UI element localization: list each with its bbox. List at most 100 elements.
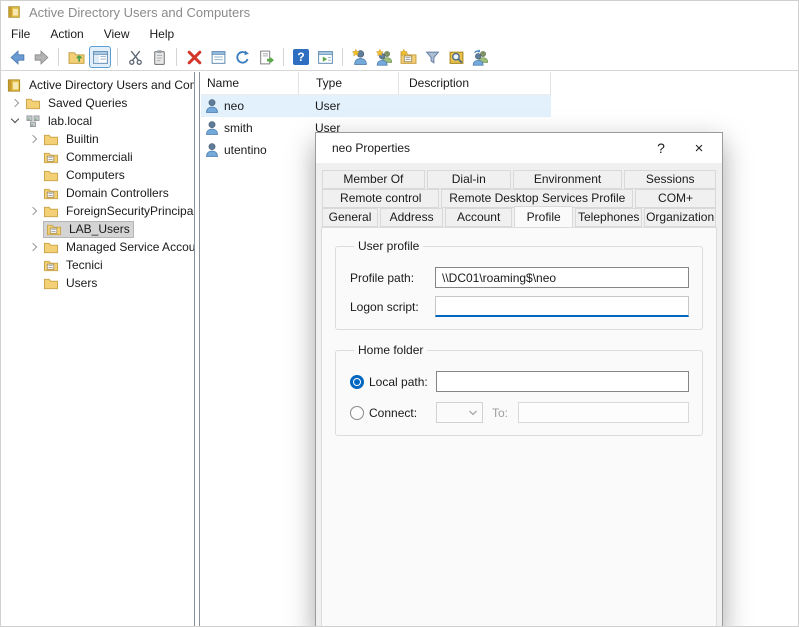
column-header-type[interactable]: Type — [299, 72, 399, 95]
tab-dial-in[interactable]: Dial-in — [427, 170, 511, 189]
new-window-icon[interactable] — [314, 46, 336, 68]
user-icon — [204, 98, 220, 114]
logon-script-input[interactable] — [435, 296, 689, 317]
profile-path-input[interactable] — [435, 267, 689, 288]
tree-item-foreign-security-principals[interactable]: ForeignSecurityPrincipals — [1, 202, 194, 220]
column-header-description[interactable]: Description — [399, 72, 551, 95]
choose-target-icon[interactable] — [469, 46, 491, 68]
user-type: User — [299, 99, 399, 113]
up-one-level-icon[interactable] — [65, 46, 87, 68]
tab-sessions[interactable]: Sessions — [624, 170, 716, 189]
tree-item-saved-queries[interactable]: Saved Queries — [1, 94, 194, 112]
refresh-icon[interactable] — [231, 46, 253, 68]
dialog-help-button[interactable]: ? — [642, 134, 680, 162]
new-group-icon[interactable] — [373, 46, 395, 68]
tree-item-users[interactable]: Users — [1, 274, 194, 292]
properties-icon[interactable] — [207, 46, 229, 68]
filter-icon[interactable] — [421, 46, 443, 68]
connect-path-input[interactable] — [518, 402, 689, 423]
tree-item-root[interactable]: Active Directory Users and Computers — [1, 76, 194, 94]
new-organizational-unit-icon[interactable] — [397, 46, 419, 68]
tab-address[interactable]: Address — [380, 208, 443, 227]
tab-account[interactable]: Account — [445, 208, 512, 227]
toolbar: ? — [1, 44, 798, 71]
properties-dialog: neo Properties ? × Member Of Dial-in Env… — [315, 132, 723, 627]
folder-icon — [43, 204, 59, 219]
to-label: To: — [492, 406, 512, 420]
user-name: utentino — [224, 143, 267, 157]
tab-row-1: Member Of Dial-in Environment Sessions — [316, 170, 722, 189]
tab-organization[interactable]: Organization — [644, 208, 716, 227]
chevron-right-icon[interactable] — [25, 239, 43, 255]
column-header-name[interactable]: Name — [201, 72, 299, 95]
chevron-spacer — [25, 185, 43, 201]
toolbar-separator — [342, 48, 343, 66]
tab-environment[interactable]: Environment — [513, 170, 623, 189]
chevron-right-icon[interactable] — [7, 95, 25, 111]
cut-icon[interactable] — [124, 46, 146, 68]
toolbar-separator — [58, 48, 59, 66]
profile-path-label: Profile path: — [350, 271, 435, 285]
dialog-title-bar[interactable]: neo Properties ? × — [316, 133, 722, 163]
menu-view[interactable]: View — [94, 25, 140, 43]
tab-remote-control[interactable]: Remote control — [322, 189, 439, 208]
find-icon[interactable] — [445, 46, 467, 68]
list-row-neo[interactable]: neo User — [201, 95, 551, 117]
chevron-right-icon[interactable] — [25, 203, 43, 219]
local-path-radio[interactable] — [350, 375, 364, 389]
ou-folder-icon — [43, 258, 59, 273]
tree-item-lab-local[interactable]: lab.local — [1, 112, 194, 130]
chevron-spacer — [25, 257, 43, 273]
ou-folder-icon — [43, 186, 59, 201]
connect-label: Connect: — [369, 406, 436, 420]
tree-item-lab-users[interactable]: LAB_Users — [1, 220, 194, 238]
pane-splitter[interactable] — [194, 72, 200, 626]
menu-file[interactable]: File — [1, 25, 40, 43]
show-console-tree-icon[interactable] — [89, 46, 111, 68]
local-path-input[interactable] — [436, 371, 689, 392]
tree-item-tecnici[interactable]: Tecnici — [1, 256, 194, 274]
connect-radio[interactable] — [350, 406, 364, 420]
chevron-spacer — [25, 221, 43, 237]
tree-item-managed-service-accounts[interactable]: Managed Service Accounts — [1, 238, 194, 256]
menu-help[interactable]: Help — [140, 25, 185, 43]
chevron-down-icon — [468, 409, 478, 417]
tree-item-builtin[interactable]: Builtin — [1, 130, 194, 148]
back-icon[interactable] — [6, 46, 28, 68]
list-header: Name Type Description — [201, 72, 798, 95]
tab-telephones[interactable]: Telephones — [575, 208, 642, 227]
tree-item-domain-controllers[interactable]: Domain Controllers — [1, 184, 194, 202]
folder-icon — [43, 276, 59, 291]
delete-icon[interactable] — [183, 46, 205, 68]
console-tree: Active Directory Users and Computers Sav… — [1, 72, 194, 626]
user-icon — [204, 142, 220, 158]
tab-general[interactable]: General — [322, 208, 378, 227]
chevron-spacer — [25, 167, 43, 183]
toolbar-separator — [176, 48, 177, 66]
tab-com-plus[interactable]: COM+ — [635, 189, 716, 208]
forward-icon[interactable] — [30, 46, 52, 68]
user-profile-legend: User profile — [354, 239, 423, 253]
home-folder-legend: Home folder — [354, 343, 427, 357]
mmc-console-icon — [7, 5, 21, 19]
chevron-down-icon[interactable] — [7, 113, 25, 129]
tree-item-computers[interactable]: Computers — [1, 166, 194, 184]
user-name: neo — [224, 99, 244, 113]
ou-folder-icon — [43, 150, 59, 165]
chevron-right-icon[interactable] — [25, 131, 43, 147]
new-user-icon[interactable] — [349, 46, 371, 68]
domain-icon — [25, 114, 41, 129]
folder-icon — [43, 240, 59, 255]
ou-folder-icon — [46, 222, 62, 237]
tab-profile[interactable]: Profile — [514, 206, 573, 227]
folder-icon — [25, 96, 41, 111]
help-icon[interactable]: ? — [290, 46, 312, 68]
menu-action[interactable]: Action — [40, 25, 93, 43]
paste-icon[interactable] — [148, 46, 170, 68]
user-name: smith — [224, 121, 253, 135]
drive-letter-select[interactable] — [436, 402, 483, 423]
tree-item-commerciali[interactable]: Commerciali — [1, 148, 194, 166]
close-icon[interactable]: × — [680, 134, 718, 162]
tab-member-of[interactable]: Member Of — [322, 170, 425, 189]
export-list-icon[interactable] — [255, 46, 277, 68]
